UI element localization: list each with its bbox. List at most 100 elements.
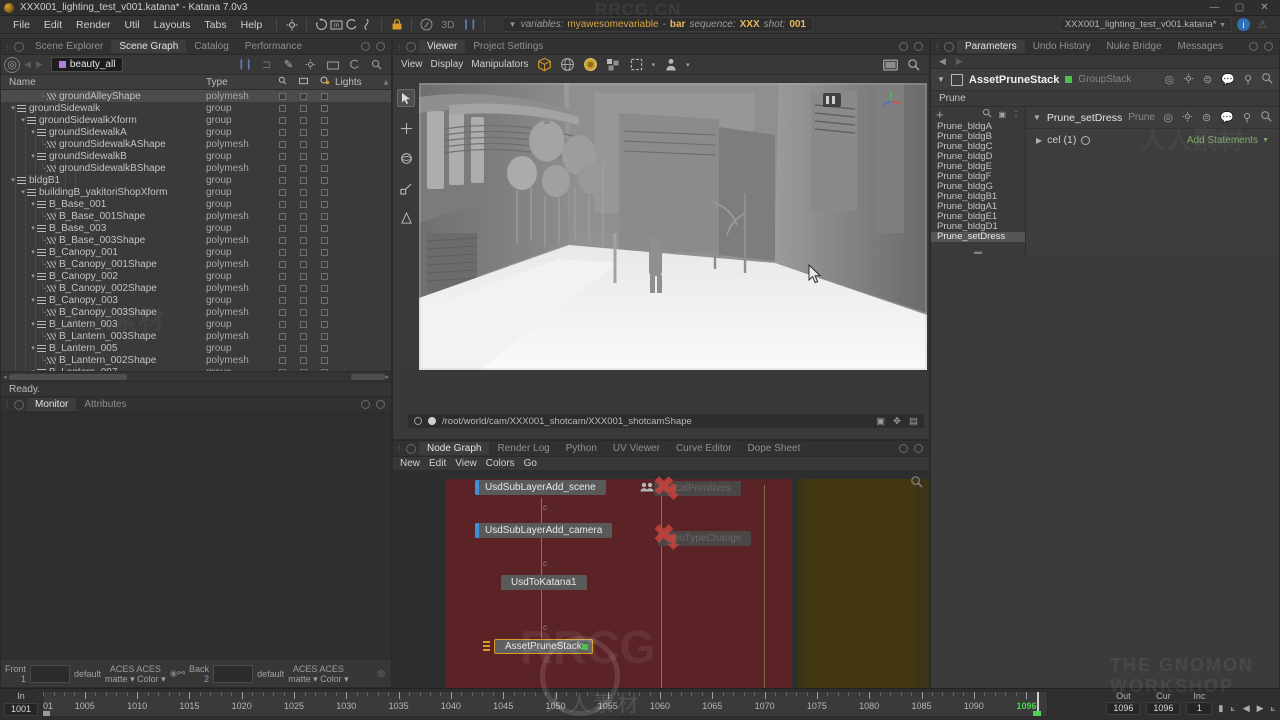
panel-close-icon[interactable]	[1264, 42, 1273, 51]
render-checkbox[interactable]	[300, 105, 307, 112]
light-checkbox[interactable]	[321, 201, 328, 208]
gear-icon[interactable]	[1183, 73, 1194, 87]
viewport-3d[interactable]	[419, 83, 927, 370]
scene-graph-row[interactable]: ▾B_Canopy_003group	[1, 294, 391, 306]
search-icon[interactable]	[910, 475, 923, 491]
render-checkbox[interactable]	[300, 225, 307, 232]
back-color[interactable]: Color	[320, 674, 342, 684]
scale-tool-icon[interactable]	[397, 179, 415, 197]
collapse-twisty-icon[interactable]: ▼	[1033, 113, 1041, 122]
gear-icon[interactable]	[1182, 111, 1193, 125]
scene-graph-row[interactable]: └B_Canopy_003Shapepolymesh	[1, 306, 391, 318]
person-icon[interactable]	[663, 57, 678, 72]
search-icon[interactable]	[1261, 72, 1273, 87]
collapse-twisty-icon[interactable]: ▼	[937, 75, 945, 84]
visibility-checkbox[interactable]	[279, 201, 286, 208]
panel-float-icon[interactable]	[899, 444, 908, 453]
expand-twisty-icon[interactable]: ▾	[29, 200, 37, 208]
lock-gold-icon[interactable]	[389, 17, 404, 32]
expand-twisty-icon[interactable]: ▾	[19, 116, 27, 124]
node-group-backdrop-olive[interactable]	[797, 479, 929, 709]
translate-tool-icon[interactable]	[397, 119, 415, 137]
tab-messages[interactable]: Messages	[1170, 40, 1232, 53]
node-usdtokatana1[interactable]: UsdToKatana1	[501, 575, 587, 590]
render-checkbox[interactable]	[300, 189, 307, 196]
render-checkbox[interactable]	[300, 333, 307, 340]
timeline-start-marker[interactable]	[43, 711, 50, 716]
timeline-step-back-icon[interactable]: ◀	[1243, 703, 1250, 714]
render-checkbox[interactable]	[300, 309, 307, 316]
tab-uv-viewer[interactable]: UV Viewer	[605, 442, 668, 455]
panel-close-icon[interactable]	[376, 42, 385, 51]
menu-file[interactable]: File	[6, 18, 37, 32]
visibility-checkbox[interactable]	[279, 333, 286, 340]
render-checkbox[interactable]	[300, 129, 307, 136]
column-type[interactable]: Type	[206, 77, 272, 88]
pin-icon[interactable]: ⚲	[1244, 73, 1252, 86]
visibility-checkbox[interactable]	[279, 357, 286, 364]
render-output-selector[interactable]: beauty_all	[51, 57, 124, 72]
comment-icon[interactable]: 💬	[1221, 73, 1235, 86]
render-checkbox[interactable]	[300, 249, 307, 256]
node-graph-canvas[interactable]: c c c UsdSubLayerAdd_scene UsdSubLayerAd…	[393, 471, 929, 719]
render-live-icon[interactable]	[344, 17, 359, 32]
scene-graph-row[interactable]: └B_Canopy_001Shapepolymesh	[1, 258, 391, 270]
front-matte[interactable]: matte	[105, 674, 128, 684]
timeline-current-marker[interactable]	[1033, 711, 1041, 716]
scene-graph-row[interactable]: └B_Base_003Shapepolymesh	[1, 234, 391, 246]
expand-twisty-icon[interactable]: ▾	[29, 128, 37, 136]
scene-graph-row[interactable]: └groundAlleyShapepolymesh	[1, 90, 391, 102]
render-checkbox[interactable]	[300, 141, 307, 148]
panel-grip[interactable]: ⁞	[3, 400, 11, 410]
light-checkbox[interactable]	[321, 225, 328, 232]
panel-float-icon[interactable]	[361, 400, 370, 409]
tab-dope-sheet[interactable]: Dope Sheet	[740, 442, 809, 455]
visibility-checkbox[interactable]	[279, 165, 286, 172]
menu-util[interactable]: Util	[117, 18, 146, 32]
visibility-checkbox[interactable]	[279, 117, 286, 124]
chevron-down-icon[interactable]: ▾	[652, 61, 656, 69]
light-checkbox[interactable]	[321, 93, 328, 100]
menu-render[interactable]: Render	[69, 18, 117, 32]
expand-twisty-icon[interactable]: ▶	[1036, 136, 1042, 145]
panel-grip[interactable]: ⁞	[3, 42, 11, 52]
scene-graph-row[interactable]: ▾groundSidewalkBgroup	[1, 150, 391, 162]
prune-stack-list[interactable]: + ▣ ⋮ Prune_bldgAPrune_bldgBPrune_bldgCP…	[931, 107, 1026, 257]
search-icon[interactable]	[982, 108, 992, 121]
light-checkbox[interactable]	[321, 345, 328, 352]
back-arrow-icon[interactable]: ◀	[23, 59, 32, 70]
gear-icon[interactable]	[303, 57, 318, 72]
scene-graph-row[interactable]: ▾B_Canopy_001group	[1, 246, 391, 258]
timeline-key-icon[interactable]: ▮	[1218, 703, 1223, 714]
expand-twisty-icon[interactable]: ▾	[29, 296, 37, 304]
prune-list-resize-handle[interactable]: ▬	[931, 245, 1025, 257]
visibility-checkbox[interactable]	[279, 369, 286, 372]
monitor-display-icon[interactable]	[883, 57, 898, 72]
rotate-tool-icon[interactable]	[397, 149, 415, 167]
back-colorspace[interactable]: default	[257, 669, 284, 679]
visibility-checkbox[interactable]	[279, 285, 286, 292]
viewer-menu-view[interactable]: View	[401, 59, 423, 70]
light-checkbox[interactable]	[321, 141, 328, 148]
tab-attributes[interactable]: Attributes	[76, 398, 134, 411]
film-gate-icon[interactable]: ▣	[876, 416, 885, 427]
timeline-inc-value[interactable]: 1	[1186, 702, 1212, 715]
panel-float-icon[interactable]	[899, 42, 908, 51]
light-checkbox[interactable]	[321, 333, 328, 340]
menu-help[interactable]: Help	[234, 18, 270, 32]
light-checkbox[interactable]	[321, 285, 328, 292]
viewer-camera-path-bar[interactable]: /root/world/cam/XXX001_shotcam/XXX001_sh…	[407, 413, 925, 429]
panel-close-icon[interactable]	[914, 444, 923, 453]
comment-icon[interactable]: 💬	[1220, 111, 1234, 124]
view-icon[interactable]: ⊜	[1202, 111, 1211, 124]
maximize-button[interactable]: ▢	[1234, 2, 1245, 13]
scene-graph-row[interactable]: └B_Lantern_002Shapepolymesh	[1, 354, 391, 366]
search-icon[interactable]	[906, 57, 921, 72]
scene-graph-row[interactable]: └groundSidewalkBShapepolymesh	[1, 162, 391, 174]
expand-twisty-icon[interactable]: ▾	[19, 188, 27, 196]
cel-parameter-row[interactable]: ▶ cel (1) Add Statements ▼	[1026, 129, 1279, 151]
render-checkbox[interactable]	[300, 285, 307, 292]
scene-graph-row[interactable]: └B_Base_001Shapepolymesh	[1, 210, 391, 222]
light-checkbox[interactable]	[321, 273, 328, 280]
tab-viewer[interactable]: Viewer	[419, 40, 465, 53]
